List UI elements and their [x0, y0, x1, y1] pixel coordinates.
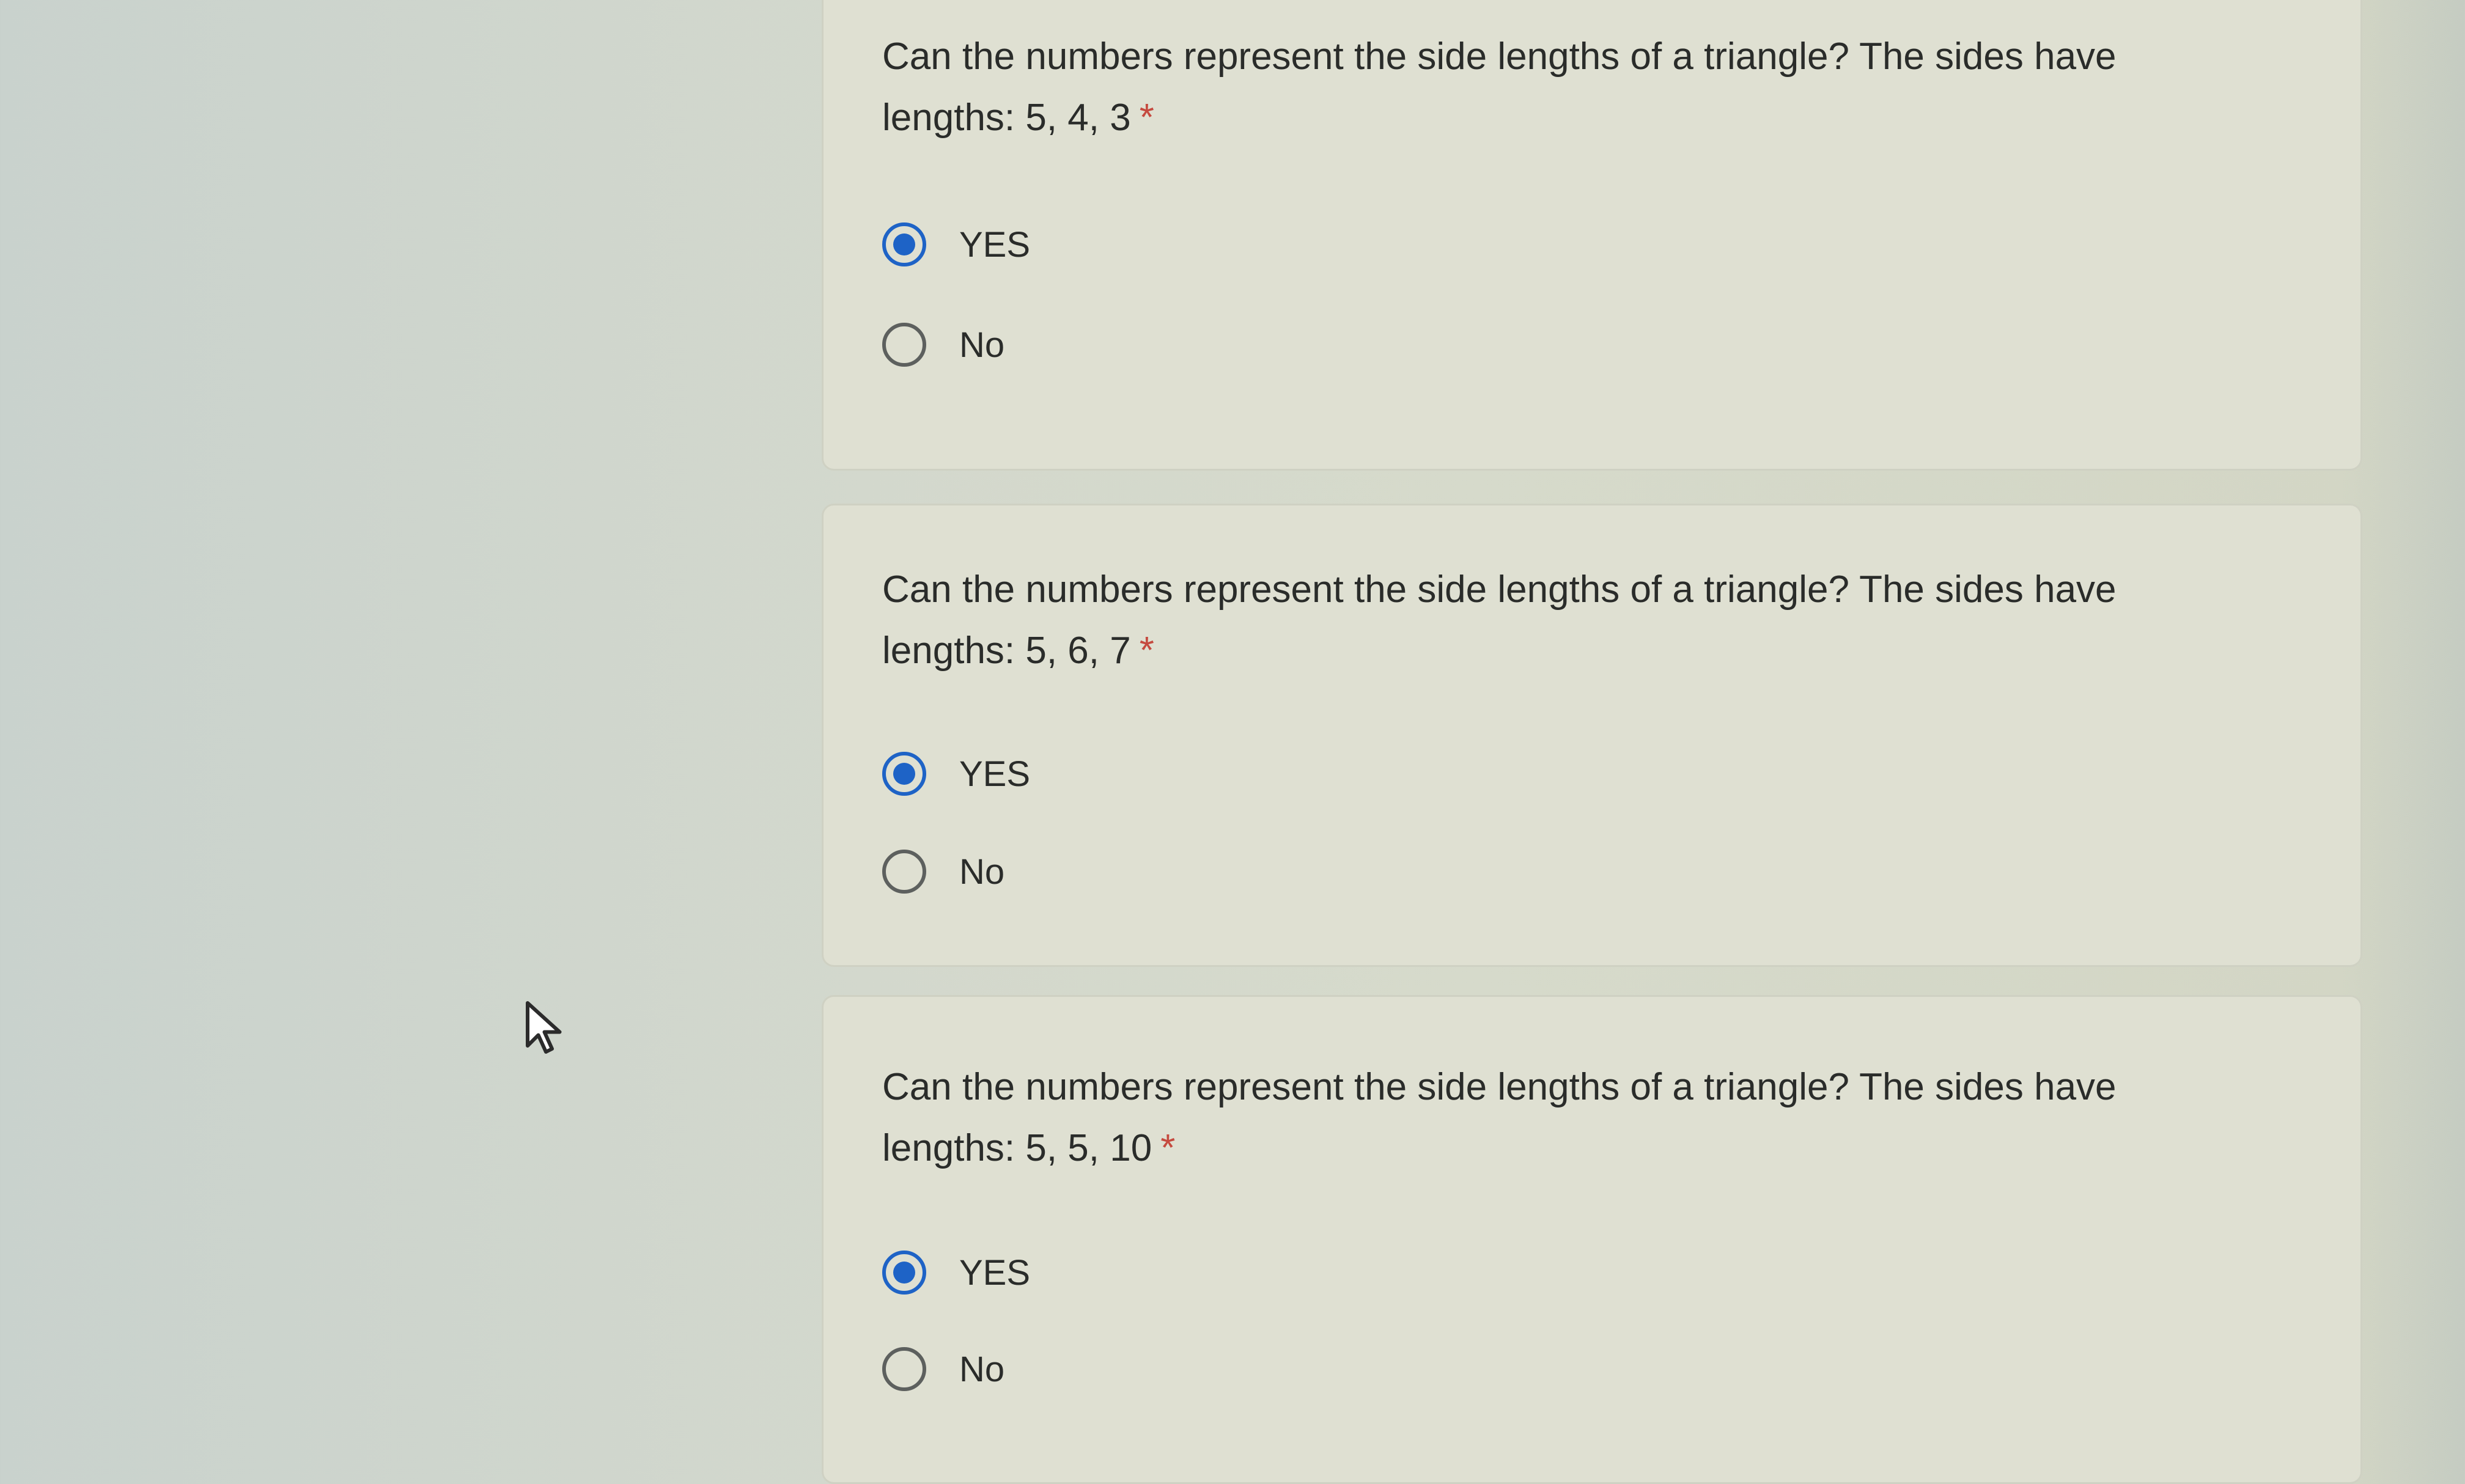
option-yes[interactable]: YES — [882, 1245, 1030, 1300]
option-no[interactable]: No — [882, 1342, 1004, 1397]
question-text: Can the numbers represent the side lengt… — [882, 568, 2117, 672]
option-label: No — [959, 851, 1005, 892]
option-yes[interactable]: YES — [882, 746, 1030, 801]
option-label: YES — [959, 754, 1031, 794]
option-label: No — [959, 1349, 1005, 1389]
question-text: Can the numbers represent the side lengt… — [882, 35, 2117, 139]
question-title: Can the numbers represent the side lengt… — [882, 1057, 2258, 1179]
radio-button-unchecked[interactable] — [882, 1347, 926, 1391]
question-card-1: Can the numbers represent the side lengt… — [822, 0, 2362, 471]
question-card-3: Can the numbers represent the side lengt… — [822, 995, 2362, 1484]
radio-dot — [893, 233, 915, 255]
required-asterisk: * — [1139, 630, 1154, 672]
radio-dot — [893, 1262, 915, 1284]
required-asterisk: * — [1160, 1127, 1176, 1169]
option-label: YES — [959, 224, 1031, 265]
question-title: Can the numbers represent the side lengt… — [882, 26, 2258, 149]
required-asterisk: * — [1139, 97, 1154, 139]
mouse-pointer-icon — [526, 1001, 562, 1054]
option-label: No — [959, 325, 1005, 365]
radio-button-checked[interactable] — [882, 752, 926, 796]
radio-button-unchecked[interactable] — [882, 323, 926, 367]
radio-button-checked[interactable] — [882, 1251, 926, 1295]
option-no[interactable]: No — [882, 844, 1004, 899]
option-label: YES — [959, 1252, 1031, 1293]
question-title: Can the numbers represent the side lengt… — [882, 559, 2258, 681]
radio-button-unchecked[interactable] — [882, 850, 926, 894]
option-yes[interactable]: YES — [882, 217, 1030, 272]
radio-button-checked[interactable] — [882, 222, 926, 266]
radio-dot — [893, 763, 915, 785]
option-no[interactable]: No — [882, 317, 1004, 372]
form-column: Can the numbers represent the side lengt… — [822, 0, 2387, 1484]
question-card-2: Can the numbers represent the side lengt… — [822, 504, 2362, 967]
question-text: Can the numbers represent the side lengt… — [882, 1066, 2117, 1169]
